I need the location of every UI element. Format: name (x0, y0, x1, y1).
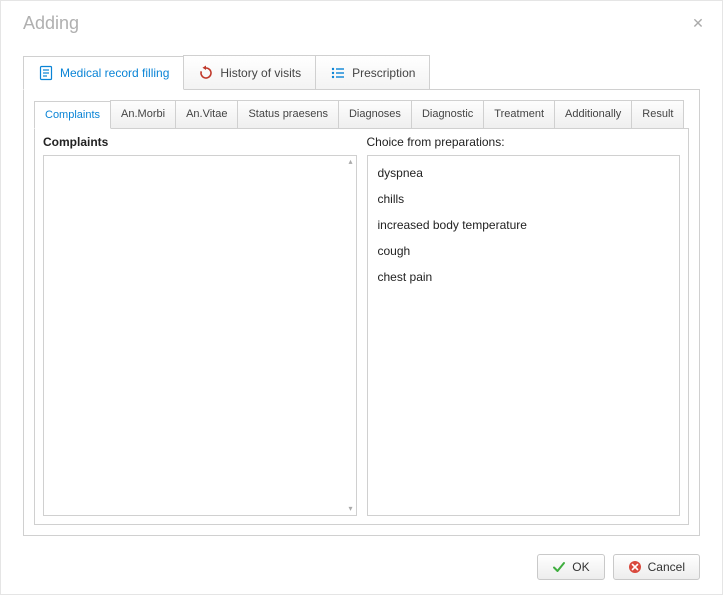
refresh-icon (198, 65, 214, 81)
sub-tab-complaints[interactable]: Complaints (34, 101, 111, 129)
close-icon[interactable]: ✕ (688, 13, 708, 33)
sub-tab-result[interactable]: Result (631, 100, 684, 128)
choice-column: Choice from preparations: dyspnea chills… (367, 135, 681, 516)
titlebar: Adding ✕ (1, 1, 722, 45)
tab-label: History of visits (220, 66, 301, 80)
list-item[interactable]: chest pain (368, 266, 680, 292)
spin-up-icon[interactable]: ▴ (346, 157, 356, 167)
sub-tab-status-praesens[interactable]: Status praesens (237, 100, 339, 128)
choice-list: dyspnea chills increased body temperatur… (367, 155, 681, 516)
complaints-label: Complaints (43, 135, 357, 151)
list-item[interactable]: dyspnea (368, 162, 680, 188)
sub-tab-label: Complaints (45, 109, 100, 121)
complaints-box: ▴ ▾ (43, 155, 357, 516)
choice-label: Choice from preparations: (367, 135, 681, 151)
list-item[interactable]: chills (368, 188, 680, 214)
content-area: Medical record filling History of visits… (1, 45, 722, 544)
sub-tab-label: An.Morbi (121, 108, 165, 120)
dialog-title: Adding (23, 13, 79, 34)
top-tabs: Medical record filling History of visits… (23, 55, 700, 89)
sub-tab-an-morbi[interactable]: An.Morbi (110, 100, 176, 128)
tab-label: Prescription (352, 66, 415, 80)
tab-medical-record-filling[interactable]: Medical record filling (23, 56, 184, 90)
sub-tab-diagnoses[interactable]: Diagnoses (338, 100, 412, 128)
cancel-button[interactable]: Cancel (613, 554, 700, 580)
top-tab-panel: Complaints An.Morbi An.Vitae Status prae… (23, 89, 700, 536)
spin-down-icon[interactable]: ▾ (346, 504, 356, 514)
sub-tab-treatment[interactable]: Treatment (483, 100, 555, 128)
sub-tab-an-vitae[interactable]: An.Vitae (175, 100, 238, 128)
sub-tabs: Complaints An.Morbi An.Vitae Status prae… (34, 100, 689, 128)
list-icon (330, 65, 346, 81)
complaints-column: Complaints ▴ ▾ (43, 135, 357, 516)
sub-tab-label: Diagnoses (349, 108, 401, 120)
document-icon (38, 65, 54, 81)
sub-tab-diagnostic[interactable]: Diagnostic (411, 100, 484, 128)
button-label: Cancel (648, 560, 685, 574)
sub-tab-label: Result (642, 108, 673, 120)
cancel-icon (628, 560, 642, 574)
ok-button[interactable]: OK (537, 554, 604, 580)
adding-dialog: Adding ✕ Medical record filling History … (0, 0, 723, 595)
list-item[interactable]: cough (368, 240, 680, 266)
tab-history-of-visits[interactable]: History of visits (183, 55, 316, 89)
button-label: OK (572, 560, 589, 574)
complaints-textarea[interactable] (48, 160, 352, 511)
sub-tab-panel: Complaints ▴ ▾ Choice from preparations:… (34, 128, 689, 525)
sub-tab-label: Treatment (494, 108, 544, 120)
list-item[interactable]: increased body temperature (368, 214, 680, 240)
sub-tab-label: Status praesens (248, 108, 328, 120)
tab-label: Medical record filling (60, 66, 169, 80)
sub-tab-additionally[interactable]: Additionally (554, 100, 632, 128)
sub-tab-label: Diagnostic (422, 108, 473, 120)
tab-prescription[interactable]: Prescription (315, 55, 430, 89)
sub-tab-label: Additionally (565, 108, 621, 120)
check-icon (552, 560, 566, 574)
sub-tab-label: An.Vitae (186, 108, 227, 120)
dialog-footer: OK Cancel (1, 544, 722, 594)
